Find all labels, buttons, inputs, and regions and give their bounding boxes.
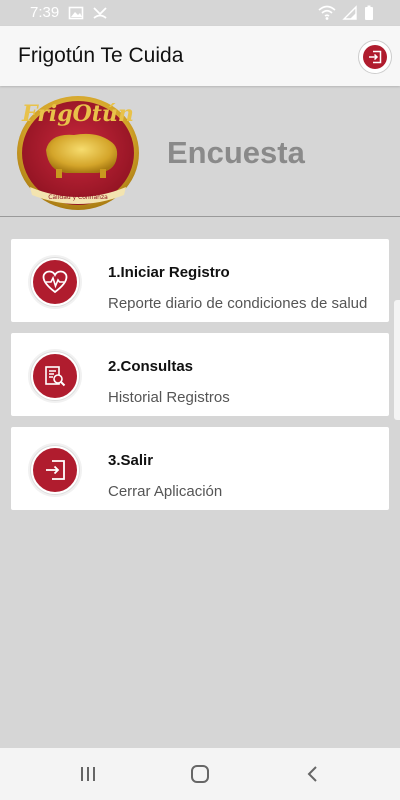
- menu-item-title: 3.Salir: [108, 452, 154, 469]
- document-search-icon: [31, 352, 79, 400]
- menu-item-subtitle: Reporte diario de condiciones de salud: [108, 295, 368, 312]
- menu-item-title: 1.Iniciar Registro: [108, 264, 230, 281]
- home-icon: [191, 765, 209, 783]
- back-icon: [307, 766, 317, 782]
- menu-item-subtitle: Cerrar Aplicación: [108, 483, 223, 500]
- home-button[interactable]: [188, 762, 212, 786]
- frigotun-logo: FrigOtún Calidad y Confianza: [17, 96, 139, 210]
- menu-item-subtitle: Historial Registros: [108, 389, 230, 406]
- app-bar: Frigotún Te Cuida: [0, 26, 400, 86]
- back-button[interactable]: [300, 762, 324, 786]
- heart-rate-icon: [31, 258, 79, 306]
- page-heading: Encuesta: [167, 135, 305, 170]
- card-icon-container: [28, 349, 82, 403]
- exit-icon: [363, 45, 387, 69]
- missed-call-icon: [93, 7, 107, 19]
- recent-apps-icon: [81, 767, 95, 781]
- menu-item-iniciar-registro[interactable]: 1.Iniciar Registro Reporte diario de con…: [11, 239, 389, 322]
- card-icon-container: [28, 255, 82, 309]
- image-notification-icon: [68, 6, 84, 20]
- edge-panel-handle[interactable]: [394, 300, 400, 420]
- svg-text:FrigOtún: FrigOtún: [21, 101, 134, 127]
- card-icon-container: [28, 443, 82, 497]
- svg-text:Calidad y Confianza: Calidad y Confianza: [48, 194, 108, 201]
- exit-icon: [31, 446, 79, 494]
- app-title: Frigotún Te Cuida: [18, 44, 184, 67]
- menu-item-title: 2.Consultas: [108, 358, 194, 375]
- signal-icon: [342, 5, 357, 20]
- divider: [0, 216, 400, 217]
- status-time: 7:39: [30, 4, 60, 21]
- status-icons-right: [318, 5, 374, 21]
- battery-icon: [365, 5, 373, 20]
- status-bar: 7:39: [0, 0, 400, 26]
- system-nav-bar: [0, 748, 400, 800]
- menu-item-consultas[interactable]: 2.Consultas Historial Registros: [11, 333, 389, 416]
- logout-button[interactable]: [358, 40, 392, 74]
- menu-item-salir[interactable]: 3.Salir Cerrar Aplicación: [11, 427, 389, 510]
- status-icons-left: [68, 5, 108, 21]
- recent-apps-button[interactable]: [76, 762, 100, 786]
- wifi-icon: [318, 5, 336, 20]
